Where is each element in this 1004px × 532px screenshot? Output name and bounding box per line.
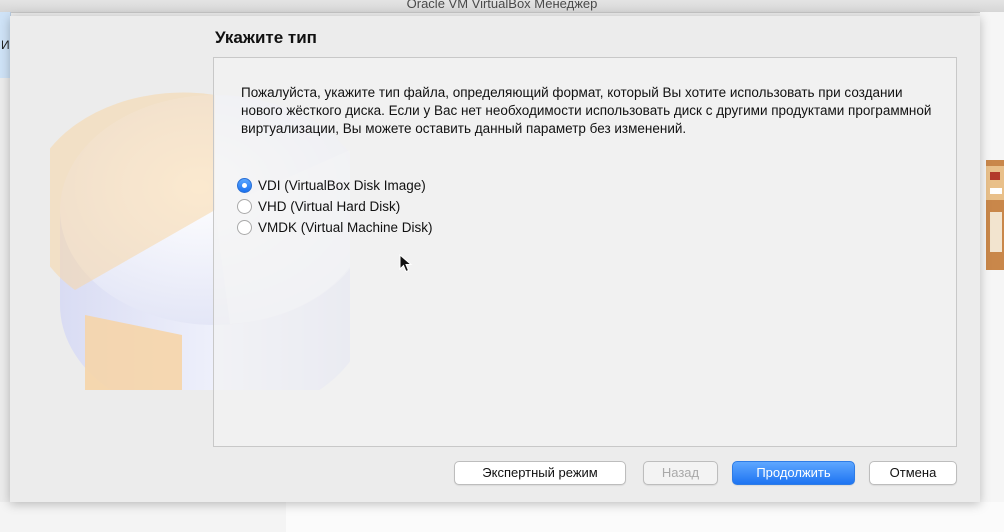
disk-type-option-vdi[interactable]: VDI (VirtualBox Disk Image): [237, 175, 433, 196]
wizard-title: Укажите тип: [215, 28, 317, 47]
expert-mode-button[interactable]: Экспертный режим: [454, 461, 626, 485]
back-button[interactable]: Назад: [643, 461, 718, 485]
disk-type-option-vmdk[interactable]: VMDK (Virtual Machine Disk): [237, 217, 433, 238]
background-window-title: Oracle VM VirtualBox Менеджер: [406, 0, 598, 11]
create-disk-wizard-sheet: Укажите тип Пожалуйста, укажите тип файл…: [10, 16, 980, 502]
disk-type-option-vhd[interactable]: VHD (Virtual Hard Disk): [237, 196, 433, 217]
continue-button[interactable]: Продолжить: [732, 461, 855, 485]
cancel-button[interactable]: Отмена: [869, 461, 957, 485]
disk-type-radio-group: VDI (VirtualBox Disk Image) VHD (Virtual…: [237, 175, 433, 238]
disk-type-option-label: VMDK (Virtual Machine Disk): [258, 220, 433, 235]
toolbox-icon: [986, 160, 1004, 270]
background-titlebar: Oracle VM VirtualBox Менеджер: [0, 0, 1004, 13]
radio-vdi[interactable]: [237, 178, 252, 193]
disk-type-option-label: VDI (VirtualBox Disk Image): [258, 178, 426, 193]
background-bottom-right: [286, 502, 1004, 532]
background-bottom-left: [0, 502, 286, 532]
radio-vmdk[interactable]: [237, 220, 252, 235]
disk-type-option-label: VHD (Virtual Hard Disk): [258, 199, 401, 214]
mouse-pointer-icon: [399, 254, 413, 273]
radio-vhd[interactable]: [237, 199, 252, 214]
disk-type-description: Пожалуйста, укажите тип файла, определяю…: [241, 85, 932, 136]
disk-type-panel: Пожалуйста, укажите тип файла, определяю…: [213, 57, 957, 447]
